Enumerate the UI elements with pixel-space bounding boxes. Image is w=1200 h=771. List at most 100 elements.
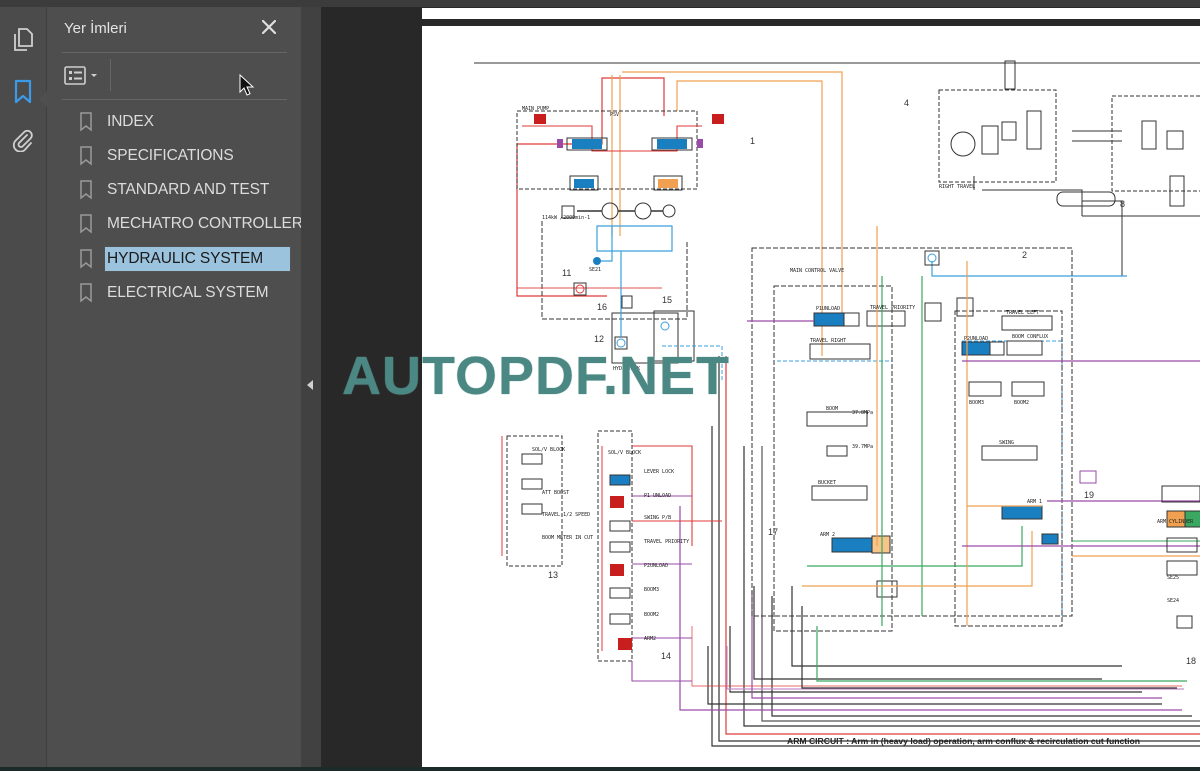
label-travel-prio: TRAVEL PRIORITY	[644, 539, 689, 545]
active-tab-caret	[39, 91, 47, 107]
window-top-bar	[0, 0, 1200, 7]
label-se25: SE25	[1167, 575, 1179, 581]
bookmark-index[interactable]: INDEX	[79, 107, 156, 137]
watermark: AUTOPDF.NET	[342, 346, 731, 406]
bookmark-icon	[14, 79, 32, 104]
label-37mpa: 37.8MPa	[852, 410, 873, 416]
taskbar-edge	[0, 767, 1200, 771]
label-p1unload: P1UNLOAD	[816, 306, 840, 312]
callout-11: 11	[562, 268, 571, 278]
chevron-down-icon	[91, 74, 97, 77]
pages-icon	[14, 28, 33, 51]
label-39mpa: 39.7MPa	[852, 444, 873, 450]
label-travel-left: TRAVEL LEFT	[1006, 310, 1039, 316]
label-travel-priority: TRAVEL PRIORITY	[870, 305, 915, 311]
cylinder-group	[1079, 470, 1200, 629]
navigation-rail	[0, 7, 47, 767]
bookmark-label: MECHATRO CONTROLLER	[107, 215, 303, 232]
bookmark-specifications[interactable]: SPECIFICATIONS	[79, 141, 236, 171]
label-boom2r: BOOM2	[644, 612, 659, 618]
bookmark-icon	[80, 283, 92, 303]
label-boom: BOOM	[826, 406, 838, 412]
label-arm1: ARM 1	[1027, 499, 1042, 505]
bookmark-label: STANDARD AND TEST	[107, 181, 270, 198]
bookmark-icon	[80, 249, 92, 269]
label-p2unload: P2UNLOAD	[964, 336, 988, 342]
bookmark-electrical-system[interactable]: ELECTRICAL SYSTEM	[79, 278, 270, 308]
close-panel-button[interactable]	[258, 16, 280, 38]
callout-1: 1	[750, 136, 755, 146]
label-psv: PSV	[610, 112, 619, 118]
callout-2: 2	[1022, 250, 1027, 260]
bookmarks-button[interactable]	[8, 77, 38, 107]
divider	[62, 99, 287, 100]
bookmark-icon	[80, 180, 92, 200]
attachments-button[interactable]	[8, 125, 38, 155]
callout-16: 16	[597, 302, 607, 312]
label-se24: SE24	[1167, 598, 1179, 604]
bookmark-icon	[80, 112, 92, 132]
callout-14: 14	[661, 651, 671, 661]
label-p1-unload: P1 UNLOAD	[644, 493, 671, 499]
label-se21: SE21	[589, 267, 601, 273]
label-right-travel: RIGHT TRAVEL	[939, 184, 975, 190]
main-pump-group	[516, 71, 843, 356]
label-lever-lock: LEVER LOCK	[644, 469, 674, 475]
callout-19: 19	[1084, 490, 1094, 500]
bookmark-options-button[interactable]	[63, 64, 103, 88]
label-bucket: BUCKET	[818, 480, 836, 486]
label-travel-right: TRAVEL RIGHT	[810, 338, 846, 344]
label-boom-meter: BOOM METER IN CUT	[542, 535, 593, 541]
label-att-boost: ATT BOOST	[542, 490, 569, 496]
paperclip-icon	[12, 129, 33, 152]
mouse-cursor-icon	[239, 74, 255, 96]
figure-caption: ARM CIRCUIT : Arm in (heavy load) operat…	[787, 736, 1141, 746]
callout-8: 8	[1120, 199, 1125, 209]
callout-17: 17	[768, 527, 778, 537]
pages-thumbnails-button[interactable]	[8, 25, 38, 55]
solenoid-valve-blocks	[501, 430, 722, 682]
callout-15: 15	[662, 295, 672, 305]
list-options-icon	[64, 66, 97, 85]
label-sol-block-right: SOL/V BLOCK	[608, 450, 641, 456]
bookmark-label: HYDRAULIC SYSTEM	[104, 246, 291, 272]
label-arm2r: ARM2	[644, 636, 656, 642]
label-sol-block-left: SOL/V BLOCK	[532, 447, 565, 453]
label-boom2: BOOM2	[1014, 400, 1029, 406]
callout-4: 4	[904, 98, 909, 108]
callout-12: 12	[594, 334, 604, 344]
bookmark-mechatro-controller[interactable]: MECHATRO CONTROLLER	[79, 209, 305, 239]
toolbar-separator	[110, 59, 111, 91]
label-swing-pb: SWING P/B	[644, 515, 671, 521]
label-travel-speed: TRAVEL 1/2 SPEED	[542, 512, 590, 518]
close-icon	[261, 19, 277, 35]
label-swing: SWING	[999, 440, 1014, 446]
panel-title: Yer İmleri	[64, 20, 127, 37]
bookmark-hydraulic-system[interactable]: HYDRAULIC SYSTEM	[79, 244, 291, 274]
left-travel-motor-group	[1072, 95, 1200, 276]
label-boom3r: BOOM3	[644, 587, 659, 593]
main-control-valve-group	[747, 226, 1200, 632]
callout-18: 18	[1186, 656, 1196, 666]
bookmark-standard-and-test[interactable]: STANDARD AND TEST	[79, 175, 271, 205]
divider	[62, 52, 287, 53]
label-power: 114kW /2000min-1	[542, 215, 590, 221]
label-p2-unload: P2UNLOAD	[644, 563, 668, 569]
label-arm-cylinder: ARM CYLINDER	[1157, 519, 1194, 525]
bookmark-icon	[80, 214, 92, 234]
collapse-panel-arrow-icon[interactable]	[305, 378, 315, 392]
bookmark-icon	[80, 146, 92, 166]
label-boom3: BOOM3	[969, 400, 984, 406]
bookmark-label: SPECIFICATIONS	[107, 147, 234, 164]
label-arm2: ARM 2	[820, 532, 835, 538]
label-boom-conflux: BOOM CONFLUX	[1012, 334, 1048, 340]
bookmark-label: INDEX	[107, 113, 154, 130]
label-mcv: MAIN CONTROL VALVE	[790, 268, 844, 274]
label-main-pump: MAIN PUMP	[522, 106, 549, 112]
right-travel-motor-group	[938, 60, 1200, 217]
return-line-bus	[679, 356, 1200, 747]
callout-13: 13	[548, 570, 558, 580]
bookmark-label: ELECTRICAL SYSTEM	[107, 284, 269, 301]
previous-page-edge	[422, 8, 1200, 19]
bookmarks-panel: Yer İmleri INDEX SPECIFICATIONS STANDARD…	[47, 7, 303, 767]
